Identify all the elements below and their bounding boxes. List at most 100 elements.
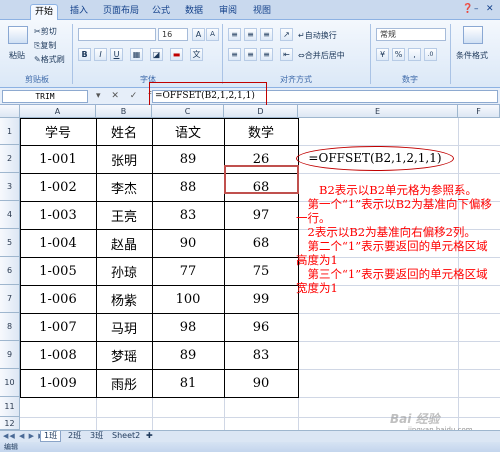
column-header-c[interactable]: C [152,105,224,118]
table-inner-line [20,341,299,342]
note-line-1: B2表示以B2单元格为参照系。 [319,183,478,197]
tab-insert[interactable]: 插入 [66,4,92,20]
status-bar: 编辑 [0,442,500,452]
phonetic-icon[interactable]: 文 [190,48,203,61]
ribbon-tab-bar: 开始 插入 页面布局 公式 数据 审阅 视图 ❓ – ✕ [0,0,500,20]
clipboard-group-label: 剪贴板 [25,75,49,84]
name-box[interactable]: TRIM [2,90,88,103]
paste-icon[interactable] [8,26,28,44]
align-center-icon[interactable]: ≡ [244,48,257,61]
group-divider [370,24,371,84]
group-divider [72,24,73,84]
currency-icon[interactable]: ¥ [376,48,389,61]
row-header-3[interactable]: 3 [0,173,20,201]
table-inner-line [20,201,299,202]
align-right-icon[interactable]: ≡ [260,48,273,61]
column-header-a[interactable]: A [20,105,96,118]
minimize-icon[interactable]: – [474,4,479,14]
note-line-5: 第三个“1”表示要返回的单元格区域宽度为1 [296,267,488,295]
align-left-icon[interactable]: ≡ [228,48,241,61]
conditional-format-icon[interactable] [463,26,483,44]
table-border [20,118,299,398]
font-size-select[interactable]: 16 [158,28,188,41]
table-inner-line [20,145,299,146]
grow-font-button[interactable]: A [192,28,205,41]
tab-home[interactable]: 开始 [30,4,58,20]
sheet-tab-2[interactable]: 2班 [68,431,81,442]
copy-button[interactable]: ⎘复制 [34,40,56,51]
conditional-format-label[interactable]: 条件格式 [456,50,488,61]
number-format-select[interactable]: 常规 [376,28,446,41]
wrap-icon: ↵ [298,31,305,40]
group-divider [222,24,223,84]
row-header-1[interactable]: 1 [0,118,20,145]
row-header-12[interactable]: 12 [0,417,20,430]
help-icon[interactable]: ❓ [462,4,473,14]
font-color-icon[interactable]: ▬ [170,48,183,61]
column-header-e[interactable]: E [298,105,458,118]
percent-icon[interactable]: % [392,48,405,61]
shrink-font-button[interactable]: A [206,28,219,41]
bold-button[interactable]: B [78,48,91,61]
formula-highlight-box [149,82,267,106]
scissors-icon: ✂ [34,27,41,36]
group-divider [450,24,451,84]
indent-icon[interactable]: ⇤ [280,48,293,61]
borders-icon[interactable]: ▦ [130,48,143,61]
column-header-d[interactable]: D [224,105,298,118]
align-middle-icon[interactable]: ≡ [244,28,257,41]
explanation-note: B2表示以B2单元格为参照系。 第一个“1”表示以B2为基准向下偏移一行。 2表… [296,183,492,295]
format-painter-button[interactable]: ✎格式刷 [34,54,65,65]
table-inner-line [152,118,153,398]
sheet-tab-3[interactable]: 3班 [90,431,103,442]
align-bottom-icon[interactable]: ≡ [260,28,273,41]
comma-icon[interactable]: , [408,48,421,61]
selected-cell-d3[interactable] [224,165,299,194]
note-line-2: 第一个“1”表示以B2为基准向下偏移一行。 [296,197,492,225]
sheet-tab-bar: ◀◀ ◀ ▶ ▶▶ 1班 2班 3班 Sheet2 ✚ [0,430,500,442]
tab-view[interactable]: 视图 [250,4,274,20]
merge-center-button[interactable]: ⇔合并后居中 [298,50,345,61]
row-header-4[interactable]: 4 [0,201,20,229]
column-header-f[interactable]: F [458,105,500,118]
row-header-9[interactable]: 9 [0,341,20,369]
orientation-icon[interactable]: ↗ [280,28,293,41]
formula-cell-e2[interactable]: =OFFSET(B2,1,2,1,1) [296,146,454,171]
merge-icon: ⇔ [298,51,305,60]
paste-button-label[interactable]: 粘贴 [9,50,25,61]
font-name-select[interactable] [78,28,156,41]
sheet-tab-4[interactable]: Sheet2 [112,431,140,442]
underline-button[interactable]: U [110,48,123,61]
brush-icon: ✎ [34,55,41,64]
new-sheet-icon[interactable]: ✚ [146,431,153,442]
tab-review[interactable]: 审阅 [216,4,240,20]
tab-data[interactable]: 数据 [182,4,206,20]
close-icon[interactable]: ✕ [486,4,494,14]
select-all-corner[interactable] [0,105,20,118]
table-inner-line [20,257,299,258]
cut-button[interactable]: ✂剪切 [34,26,57,37]
tab-page-layout[interactable]: 页面布局 [100,4,142,20]
column-header-b[interactable]: B [96,105,152,118]
sheet-tab-1[interactable]: 1班 [40,431,62,442]
row-header-5[interactable]: 5 [0,229,20,257]
tab-formulas[interactable]: 公式 [150,4,172,20]
row-header-8[interactable]: 8 [0,313,20,341]
fill-color-icon[interactable]: ◪ [150,48,163,61]
increase-decimal-icon[interactable]: .0 [424,48,437,61]
watermark-logo: Bai 经验 [390,412,440,426]
table-inner-line [20,313,299,314]
row-header-6[interactable]: 6 [0,257,20,285]
row-header-10[interactable]: 10 [0,369,20,397]
align-top-icon[interactable]: ≡ [228,28,241,41]
table-inner-line [20,229,299,230]
row-header-7[interactable]: 7 [0,285,20,313]
ribbon: 粘贴 ✂剪切 ⎘复制 ✎格式刷 剪贴板 16 A A B I U ▦ ◪ ▬ 文… [0,20,500,88]
italic-button[interactable]: I [94,48,107,61]
wrap-text-button[interactable]: ↵自动换行 [298,30,337,41]
note-line-4: 第二个“1”表示要返回的单元格区域高度为1 [296,239,488,267]
row-header-11[interactable]: 11 [0,397,20,417]
row-header-2[interactable]: 2 [0,145,20,173]
table-inner-line [96,118,97,398]
table-inner-line [20,369,299,370]
